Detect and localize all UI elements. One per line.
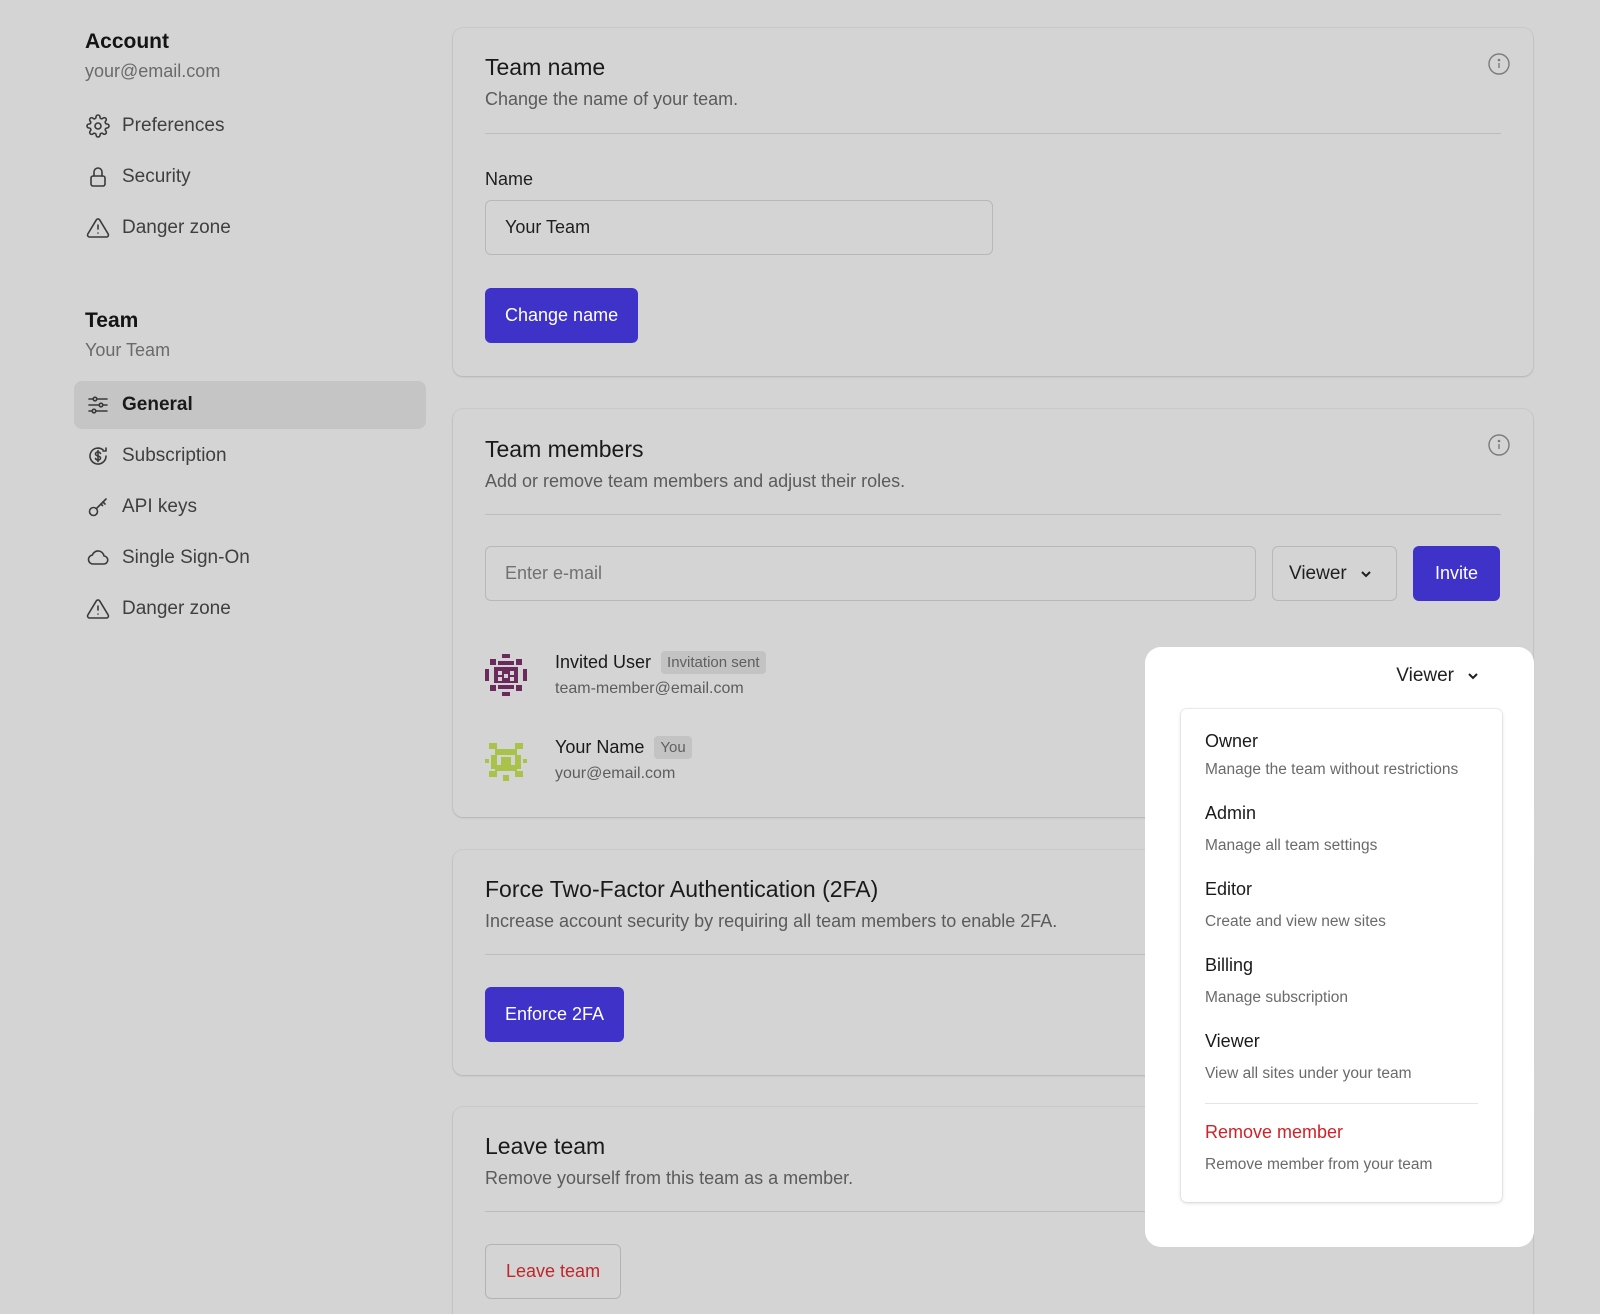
lock-icon <box>85 165 110 190</box>
option-description: Manage all team settings <box>1205 837 1378 854</box>
sidebar-item-label: Security <box>122 166 191 187</box>
sidebar-item-label: Preferences <box>122 115 225 136</box>
sidebar-item-label: Danger zone <box>122 217 231 238</box>
invite-button[interactable]: Invite <box>1413 546 1500 601</box>
card-title: Team name <box>485 54 606 80</box>
warning-icon <box>85 597 110 622</box>
key-icon <box>85 495 110 520</box>
option-title: Remove member <box>1205 1122 1344 1142</box>
option-description: Remove member from your team <box>1205 1156 1433 1173</box>
member-row: Invited User Invitation sent team-member… <box>485 651 766 698</box>
sidebar-item-account-danger-zone[interactable]: Danger zone <box>74 204 426 252</box>
select-value: Viewer <box>1289 562 1347 584</box>
sidebar-item-api-keys[interactable]: API keys <box>74 483 426 531</box>
sidebar-item-label: Single Sign-On <box>122 547 250 568</box>
info-icon[interactable] <box>1487 433 1511 457</box>
leave-team-button[interactable]: Leave team <box>485 1244 622 1299</box>
enforce-2fa-button[interactable]: Enforce 2FA <box>485 987 625 1042</box>
sidebar-item-general[interactable]: General <box>74 381 426 429</box>
remove-member-option[interactable]: Remove member Remove member from your te… <box>1181 1112 1502 1188</box>
settings-sidebar: Account your@email.com Preferences Secur… <box>74 30 426 636</box>
member-row: Your Name You your@email.com <box>485 736 692 783</box>
sidebar-item-team-danger-zone[interactable]: Danger zone <box>74 585 426 633</box>
invite-email-input[interactable]: Enter e-mail <box>485 546 1256 601</box>
you-badge: You <box>654 736 692 759</box>
option-title: Admin <box>1205 803 1257 823</box>
divider <box>485 133 1501 134</box>
account-section: Account your@email.com Preferences Secur… <box>74 30 426 252</box>
role-option-owner[interactable]: Owner Manage the team without restrictio… <box>1181 721 1502 793</box>
sidebar-item-preferences[interactable]: Preferences <box>74 102 426 150</box>
member-name: Your Name <box>555 737 645 757</box>
team-name-input[interactable]: Your Team <box>485 200 993 255</box>
role-option-admin[interactable]: Admin Manage all team settings <box>1181 793 1502 869</box>
dollar-circle-icon <box>85 444 110 469</box>
option-title: Billing <box>1205 955 1254 975</box>
sidebar-item-label: API keys <box>122 496 197 517</box>
option-description: Manage the team without restrictions <box>1205 761 1459 778</box>
role-option-viewer[interactable]: Viewer View all sites under your team <box>1181 1021 1502 1097</box>
card-description: Change the name of your team. <box>485 89 739 109</box>
member-name: Invited User <box>555 652 652 672</box>
team-name: Your Team <box>85 340 171 360</box>
sliders-icon <box>85 393 110 418</box>
option-title: Editor <box>1205 879 1253 899</box>
member-role-select[interactable]: Viewer <box>1396 665 1480 687</box>
sidebar-item-label: Subscription <box>122 445 227 466</box>
cloud-icon <box>85 546 110 571</box>
divider <box>485 514 1501 515</box>
role-option-billing[interactable]: Billing Manage subscription <box>1181 945 1502 1021</box>
sidebar-item-security[interactable]: Security <box>74 153 426 201</box>
team-section: Team Your Team General Subscription API … <box>74 309 426 633</box>
info-icon[interactable] <box>1487 52 1511 76</box>
role-dropdown-overlay: Viewer Owner Manage the team without res… <box>1145 647 1534 1247</box>
team-name-card: Team name Change the name of your team. … <box>453 28 1533 376</box>
chevron-down-icon <box>1359 567 1373 581</box>
menu-divider <box>1205 1103 1478 1104</box>
sidebar-item-label: Danger zone <box>122 598 231 619</box>
select-value: Viewer <box>1396 665 1454 686</box>
status-badge: Invitation sent <box>661 651 766 674</box>
option-description: Manage subscription <box>1205 989 1349 1006</box>
option-description: View all sites under your team <box>1205 1065 1412 1082</box>
member-email: team-member@email.com <box>555 680 744 697</box>
invite-role-select[interactable]: Viewer <box>1272 546 1397 601</box>
avatar <box>485 653 527 696</box>
gear-icon <box>85 114 110 139</box>
role-option-editor[interactable]: Editor Create and view new sites <box>1181 869 1502 945</box>
option-description: Create and view new sites <box>1205 913 1386 930</box>
sidebar-item-subscription[interactable]: Subscription <box>74 432 426 480</box>
account-title: Account <box>85 30 169 53</box>
warning-icon <box>85 216 110 241</box>
sidebar-item-label: General <box>122 394 193 415</box>
card-description: Add or remove team members and adjust th… <box>485 471 906 491</box>
role-menu: Owner Manage the team without restrictio… <box>1181 709 1502 1202</box>
sidebar-item-single-sign-on[interactable]: Single Sign-On <box>74 534 426 582</box>
option-title: Owner <box>1205 731 1259 751</box>
name-field-label: Name <box>485 169 534 189</box>
member-email: your@email.com <box>555 765 676 782</box>
chevron-down-icon <box>1466 669 1480 683</box>
option-title: Viewer <box>1205 1031 1260 1051</box>
change-name-button[interactable]: Change name <box>485 288 639 343</box>
card-title: Team members <box>485 436 644 462</box>
team-title: Team <box>85 309 139 332</box>
avatar <box>485 742 527 781</box>
account-email: your@email.com <box>85 61 221 81</box>
